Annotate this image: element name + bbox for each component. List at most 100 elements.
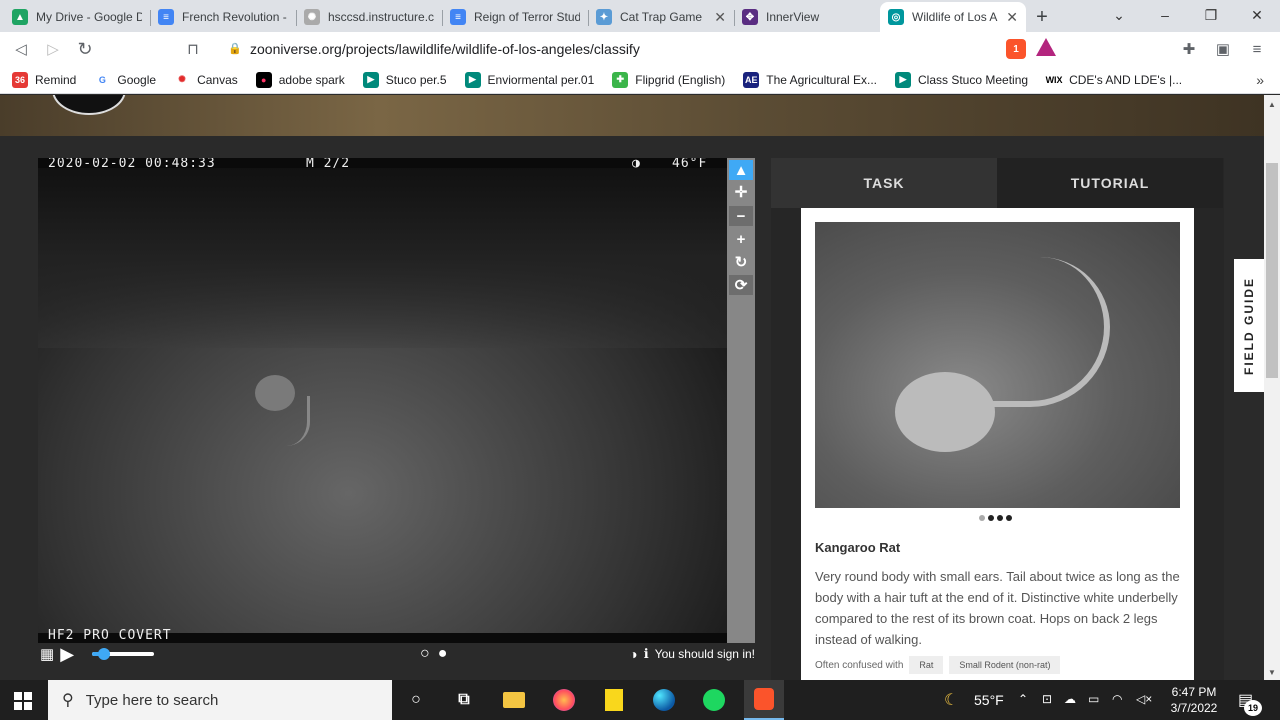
bookmark-item[interactable]: ▶ Stuco per.5 [362,71,447,88]
confused-chip-small-rodent[interactable]: Small Rodent (non-rat) [949,656,1061,674]
bookmark-label: Stuco per.5 [385,72,447,87]
photo-carousel-dots[interactable] [977,515,1013,521]
firefox-icon[interactable] [550,686,578,714]
extensions-icon[interactable]: ✚ [1178,38,1200,60]
brave-taskbar-icon[interactable] [744,680,784,720]
zoom-out-icon[interactable]: − [729,206,753,226]
reload-icon[interactable]: ↻ [74,38,96,60]
select-tool-icon[interactable]: ▲ [729,160,753,180]
bookmark-item[interactable]: ▶ Enviormental per.01 [464,71,594,88]
bookmark-item[interactable]: ● adobe spark [255,71,345,88]
bookmark-favicon-icon: WIX [1046,71,1063,88]
tab-close-icon[interactable]: ✕ [714,9,726,26]
clock[interactable]: 6:47 PM 3/7/2022 [1166,684,1222,716]
field-guide-label: FIELD GUIDE [1242,276,1257,375]
windows-taskbar: ⚲ Type here to search ○ ⧉ ☾ 55°F ⌃ ⊡ ☁ ▭… [0,680,1280,720]
edge-icon[interactable] [650,686,678,714]
scroll-up-icon[interactable]: ▲ [1268,100,1276,109]
zoom-in-icon[interactable]: + [729,229,753,249]
bookmark-item[interactable]: ✺ Canvas [174,71,238,88]
bookmarks-more-button[interactable]: » [1256,72,1264,88]
bookmark-icon[interactable]: ⊓ [182,38,204,60]
frame-1-button[interactable]: ○ [420,645,430,663]
url-text: zooniverse.org/projects/lawildlife/wildl… [250,41,640,57]
move-tool-icon[interactable]: ✛ [729,182,753,202]
browser-tab[interactable]: ≡ French Revolution - [150,2,296,32]
carousel-dot[interactable] [996,515,1003,521]
tab-favicon-icon: ✥ [742,9,758,25]
bookmark-favicon-icon: ✺ [174,71,191,88]
bookmark-label: Flipgrid (English) [635,72,726,87]
frame-2-button[interactable]: ● [438,645,448,663]
browser-tab[interactable]: ✺ hsccsd.instructure.co [296,2,442,32]
carousel-dot[interactable] [978,515,985,521]
carousel-dot[interactable] [1005,515,1012,521]
weather-icon[interactable]: ☾ [944,690,958,710]
wifi-icon[interactable]: ◠ [1112,692,1122,706]
grid-view-icon[interactable]: ▦ [40,645,54,663]
forward-icon[interactable]: ▷ [42,38,64,60]
bookmark-item[interactable]: ▶ Class Stuco Meeting [895,71,1028,88]
sign-in-text[interactable]: You should sign in! [655,647,755,661]
back-icon[interactable]: ◁ [10,38,32,60]
search-icon: ⚲ [62,692,74,709]
browser-tab[interactable]: ◎ Wildlife of Los A ✕ [880,2,1026,32]
play-button[interactable]: ▶ [60,644,74,665]
info-icon[interactable]: ℹ [644,646,649,662]
field-guide-button[interactable]: FIELD GUIDE [1234,259,1264,392]
notification-count: 19 [1244,700,1262,716]
confused-chip-rat[interactable]: Rat [909,656,944,674]
windows-start-icon[interactable] [14,692,32,710]
bookmark-item[interactable]: G Google [94,71,156,88]
rotate-icon[interactable]: ↻ [729,252,753,272]
browser-tab[interactable]: ✦ Cat Trap Game ✕ [588,2,734,32]
sticky-notes-icon[interactable] [600,686,628,714]
playback-speed-slider[interactable] [82,648,166,660]
minimize-button[interactable]: – [1142,0,1188,30]
close-window-button[interactable]: ✕ [1234,0,1280,30]
clock-date: 3/7/2022 [1170,701,1218,715]
bookmark-item[interactable]: AE The Agricultural Ex... [743,71,877,88]
taskbar-search-box[interactable]: ⚲ Type here to search [48,680,392,720]
onedrive-icon[interactable]: ☁ [1064,692,1076,706]
task-view-icon[interactable]: ⧉ [450,686,478,714]
address-bar[interactable]: 🔒 zooniverse.org/projects/lawildlife/wil… [216,36,1066,62]
bookmark-item[interactable]: 36 Remind [12,71,76,88]
tray-chevron-icon[interactable]: ⌃ [1018,692,1028,706]
browser-tab[interactable]: ✥ InnerView [734,2,880,32]
weather-temp[interactable]: 55°F [974,692,1004,708]
project-avatar[interactable] [52,95,126,115]
spotify-icon[interactable] [700,686,728,714]
browser-toolbar: ◁ ▷ ↻ ⊓ 🔒 zooniverse.org/projects/lawild… [0,32,1280,66]
new-tab-button[interactable]: + [1026,2,1058,32]
tab-search-button[interactable]: ⌄ [1096,0,1142,30]
tab-close-icon[interactable]: ✕ [1006,9,1018,26]
scroll-down-icon[interactable]: ▼ [1268,668,1276,677]
tab-task[interactable]: TASK [771,158,997,208]
scrollbar-thumb[interactable] [1266,163,1278,378]
tab-title: Reign of Terror Stud [474,10,580,24]
menu-icon[interactable]: ≡ [1246,38,1268,60]
tab-tutorial[interactable]: TUTORIAL [997,158,1223,208]
contrast-icon[interactable]: ◑ [629,646,637,662]
image-tools: ▲ ✛ − + ↻ ⟳ [727,158,755,643]
tab-favicon-icon: ≡ [450,9,466,25]
battery-icon[interactable]: ▭ [1088,692,1099,706]
reset-icon[interactable]: ⟳ [729,275,753,295]
brave-rewards-icon[interactable] [1036,38,1056,56]
bookmark-item[interactable]: WIX CDE's AND LDE's |... [1046,71,1182,88]
carousel-dot[interactable] [987,515,994,521]
subject-image[interactable]: 2020-02-02 00:48:33 M 2/2 ◑ 46°F HF2 PRO… [38,158,727,643]
volume-muted-icon[interactable]: ◁× [1136,692,1152,706]
meet-now-icon[interactable]: ⊡ [1042,692,1052,706]
wallet-icon[interactable]: ▣ [1212,38,1234,60]
species-card: Kangaroo Rat Very round body with small … [801,208,1194,680]
browser-tab[interactable]: ≡ Reign of Terror Stud [442,2,588,32]
restore-button[interactable]: ❐ [1188,0,1234,30]
browser-tab[interactable]: ▲ My Drive - Google D [4,2,150,32]
brave-shields-icon[interactable]: 1 [1006,39,1026,59]
tab-title: French Revolution - [182,10,287,24]
file-explorer-icon[interactable] [500,686,528,714]
bookmark-item[interactable]: ✚ Flipgrid (English) [612,71,726,88]
cortana-icon[interactable]: ○ [402,686,430,714]
